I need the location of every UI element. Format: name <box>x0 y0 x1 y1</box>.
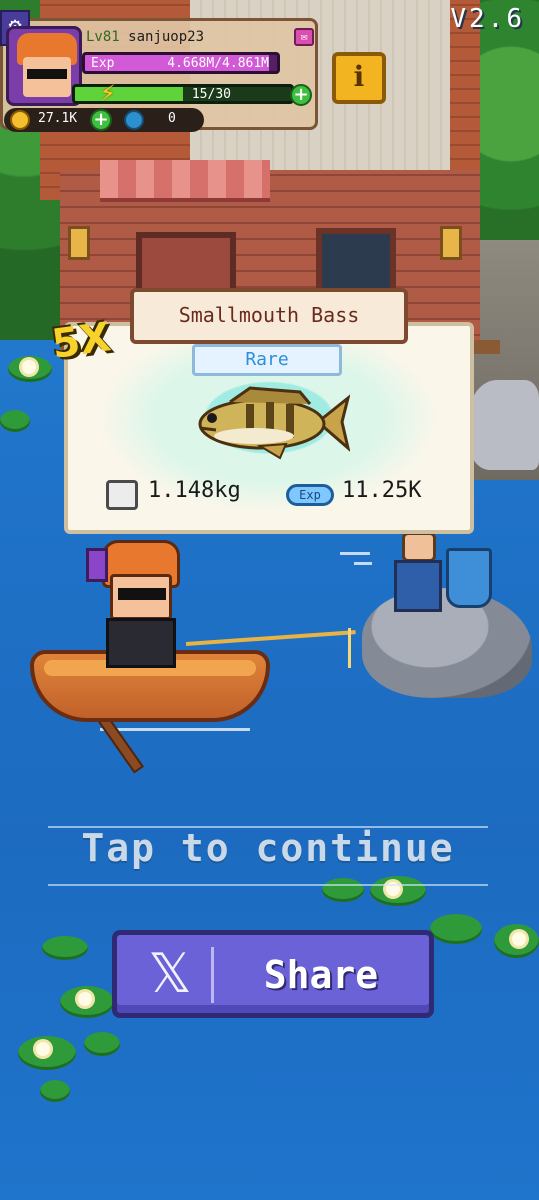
npc-head <box>402 532 436 562</box>
tap-to-continue[interactable]: Tap to continue <box>48 826 488 870</box>
water-ripple <box>354 562 372 565</box>
add-coins-button[interactable]: + <box>90 109 112 131</box>
fish-name: Smallmouth Bass <box>130 288 408 344</box>
sunglasses-icon <box>27 69 67 79</box>
npc-character[interactable] <box>388 530 448 612</box>
exp-gain: 11.25K <box>342 478 422 503</box>
lantern-icon <box>68 226 90 260</box>
game-scene[interactable] <box>0 0 539 1200</box>
lily-pad <box>0 410 30 432</box>
lily-flower <box>36 1042 50 1056</box>
player-level-name: Lv81 sanjuop23 <box>86 29 204 45</box>
trophy-icon <box>446 548 492 608</box>
energy-bar-fill <box>75 87 183 101</box>
fish-weight: 1.148kg <box>148 478 241 503</box>
smallmouth-bass-icon <box>198 386 350 460</box>
headset-icon <box>86 548 108 582</box>
player-shirt <box>106 618 176 668</box>
lantern-icon <box>440 226 462 260</box>
x-logo-icon: 𝕏 <box>148 942 192 1005</box>
water-ripple <box>340 552 370 555</box>
version-label: V2.6 <box>450 4 525 34</box>
coin-icon <box>10 110 30 130</box>
sunglasses-icon <box>118 588 166 600</box>
gem-icon <box>124 110 144 130</box>
energy-bolt-icon: ⚡ <box>100 78 116 108</box>
gems-value: 0 <box>168 111 176 126</box>
share-button-label: Share <box>263 953 379 997</box>
npc-body <box>394 560 442 612</box>
weight-scale-icon <box>106 480 138 510</box>
fishing-rod <box>185 630 356 646</box>
button-divider <box>211 947 214 1003</box>
add-energy-button[interactable]: + <box>290 84 312 106</box>
rarity-badge: Rare <box>192 344 342 376</box>
energy-value: 15/30 <box>191 87 231 102</box>
exp-bar: Exp 4.668M/4.861M <box>82 52 280 74</box>
exp-badge: Exp <box>286 484 334 506</box>
lily-pad <box>322 878 364 902</box>
fishing-line <box>348 628 351 668</box>
lily-flower <box>78 992 92 1006</box>
catch-multiplier: 5X <box>49 314 114 368</box>
player-level: Lv81 <box>86 29 120 45</box>
lily-flower <box>22 360 36 374</box>
info-button[interactable]: i <box>332 52 386 104</box>
lily-pad <box>430 914 482 944</box>
exp-bar-value: 4.668M/4.861M <box>167 56 269 71</box>
lily-pad <box>84 1032 120 1056</box>
lily-pad <box>42 936 88 960</box>
coins-value: 27.1K <box>38 111 78 126</box>
mail-icon[interactable]: ✉ <box>294 28 314 46</box>
player-username: sanjuop23 <box>128 29 205 45</box>
house-awning <box>100 160 270 202</box>
exp-bar-label: Exp <box>91 56 115 71</box>
water-ripple <box>100 728 250 731</box>
lily-pad <box>40 1080 70 1102</box>
lily-flower <box>512 932 526 946</box>
divider <box>48 884 488 886</box>
share-button[interactable]: 𝕏 Share <box>112 930 434 1018</box>
avatar[interactable] <box>6 26 82 106</box>
currency-row: 27.1K + 0 <box>4 108 204 132</box>
